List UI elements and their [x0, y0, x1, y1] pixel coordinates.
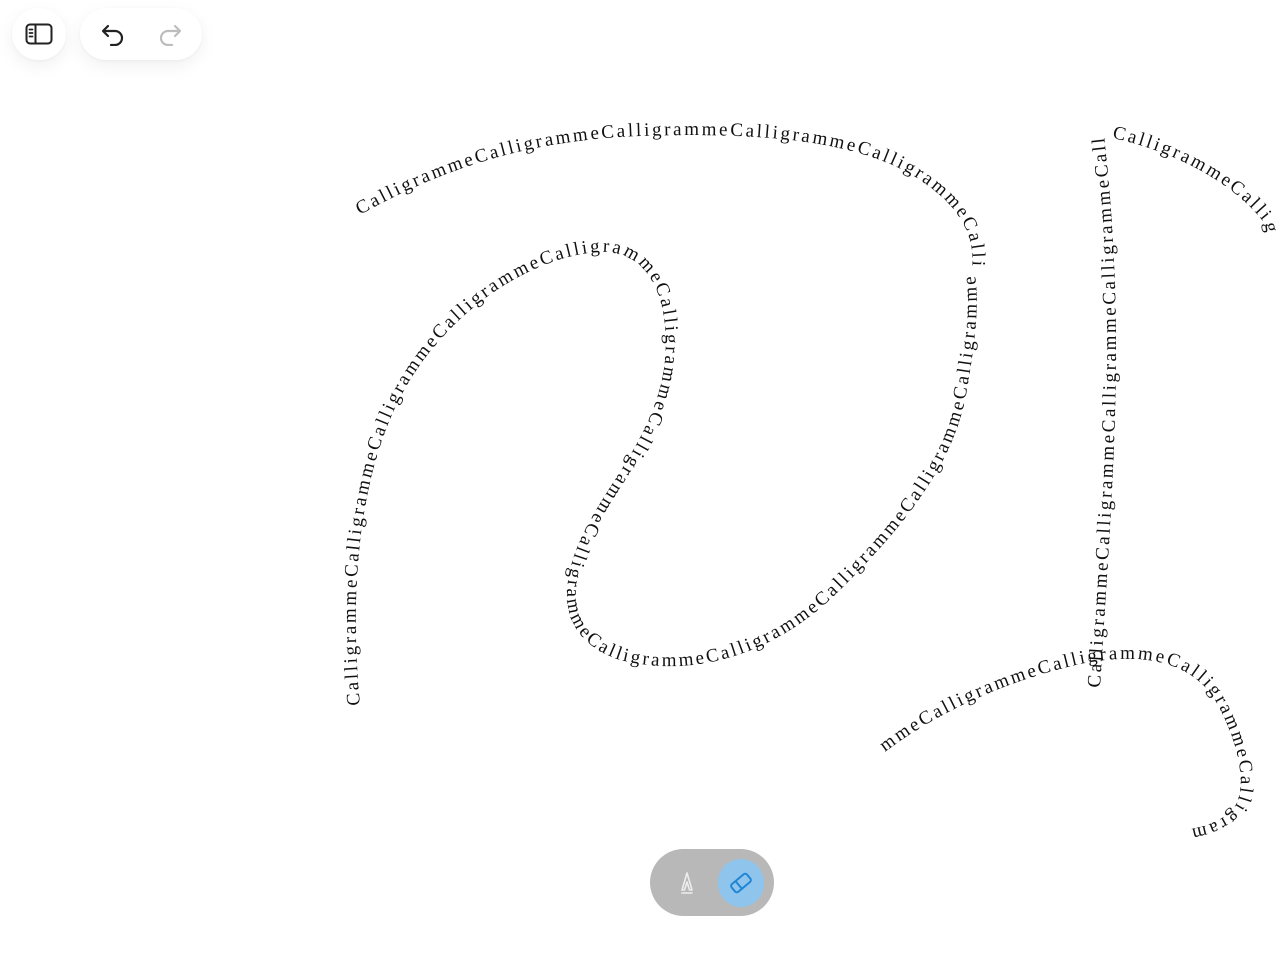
- stroke-top-arc-text: CalligrammeCalligrammeCalligrammeCalligr…: [0, 0, 989, 269]
- stroke-vertical-text: CalligrammeCalligrammeCalligrammeCalligr…: [0, 0, 1121, 688]
- stroke-lower-right[interactable]: mmeCalligrammeCalligrammeCalligrammeCall…: [875, 643, 1256, 845]
- eraser-icon: [730, 872, 752, 893]
- drawing-canvas[interactable]: CalligrammeCalligrammeCalligrammeCalligr…: [0, 0, 1285, 964]
- pen-tool-button[interactable]: [664, 859, 710, 907]
- stroke-big-s-text: CalligrammeCalligrammeCalligrammeCalligr…: [340, 236, 982, 707]
- stroke-vertical[interactable]: CalligrammeCalligrammeCalligrammeCalligr…: [0, 0, 1121, 688]
- stroke-lower-right-text: mmeCalligrammeCalligrammeCalligrammeCall…: [875, 643, 1256, 845]
- stroke-top-arc[interactable]: CalligrammeCalligrammeCalligrammeCalligr…: [0, 0, 989, 269]
- stroke-upper-right-text: CalligrammeCallig: [1111, 122, 1283, 236]
- eraser-tool-button[interactable]: [718, 858, 764, 907]
- stroke-big-s[interactable]: CalligrammeCalligrammeCalligrammeCalligr…: [340, 236, 982, 707]
- pen-icon: [681, 871, 693, 894]
- stroke-upper-right[interactable]: CalligrammeCallig: [1111, 122, 1283, 236]
- drawing-tools-toolbar: [650, 849, 774, 916]
